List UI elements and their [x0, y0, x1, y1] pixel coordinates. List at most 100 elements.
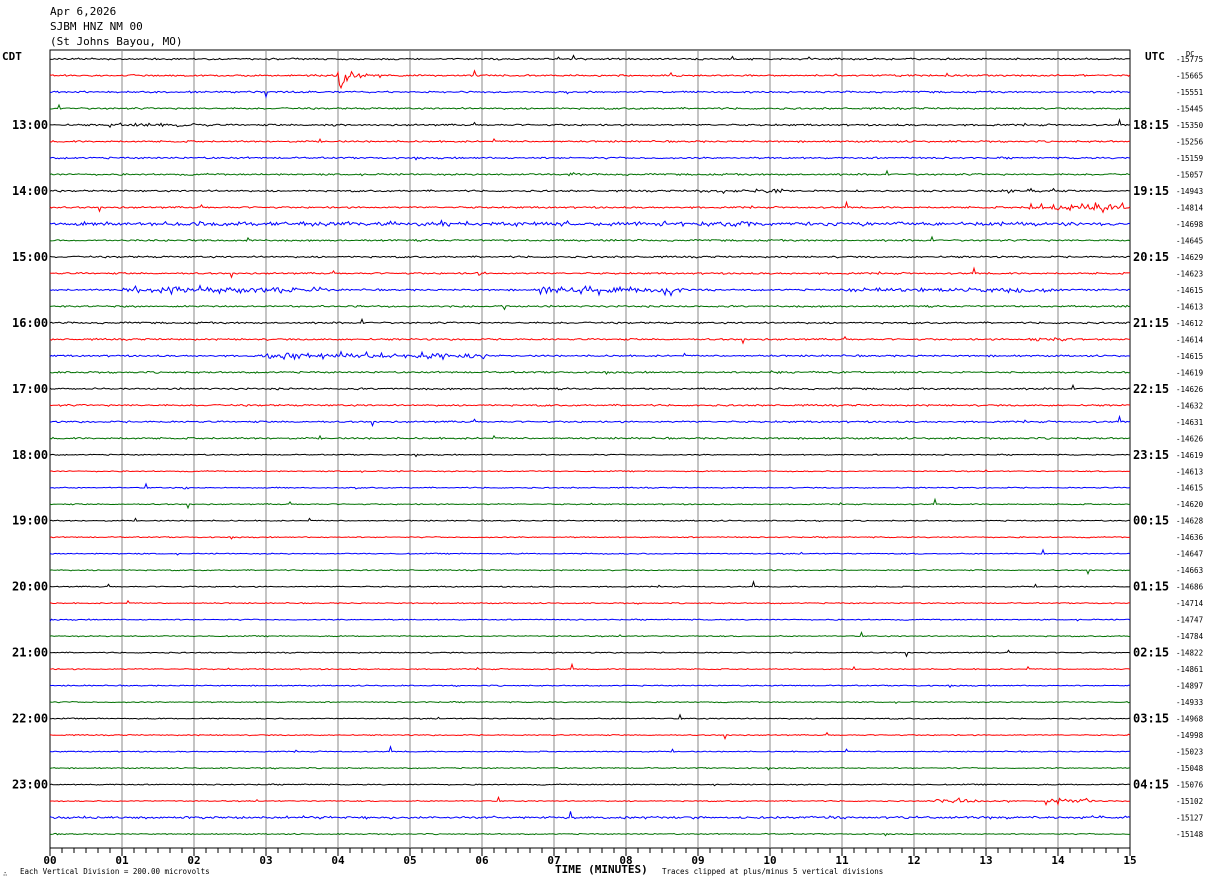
- utc-time-label: 23:15: [1133, 448, 1169, 462]
- dc-offset-label: -14619: [1176, 368, 1203, 377]
- trace-line: [49, 662, 1131, 671]
- utc-time-label: 01:15: [1133, 580, 1169, 594]
- trace-line: [49, 469, 1131, 474]
- utc-time-label: 20:15: [1133, 250, 1169, 264]
- dc-offset-label: -14626: [1176, 385, 1204, 394]
- x-tick-label: 07: [547, 854, 560, 867]
- x-tick-label: 06: [475, 854, 489, 867]
- trace-line: [49, 117, 1131, 129]
- dc-offset-label: -15350: [1176, 121, 1204, 130]
- x-tick-label: 05: [403, 854, 416, 867]
- utc-time-label: 03:15: [1133, 712, 1169, 726]
- utc-time-label: 04:15: [1133, 778, 1169, 792]
- x-tick-label: 10: [763, 854, 776, 867]
- x-tick-label: 00: [43, 854, 56, 867]
- trace-line: [50, 90, 1131, 99]
- dc-offset-label: -15551: [1176, 88, 1203, 97]
- cdt-time-label: 16:00: [12, 316, 48, 330]
- right-axis-label: UTC: [1145, 50, 1165, 63]
- trace-line: [50, 103, 1131, 111]
- dc-offset-label: -14615: [1176, 352, 1203, 361]
- x-tick-label: 03: [259, 854, 272, 867]
- cdt-time-label: 19:00: [12, 514, 48, 528]
- dc-offset-label: -14631: [1176, 418, 1203, 427]
- trace-line: [49, 766, 1131, 771]
- dc-offset-label: -14619: [1176, 451, 1203, 460]
- dc-offset-label: -15445: [1176, 104, 1203, 113]
- dc-offset-label: -14632: [1176, 401, 1203, 410]
- trace-line: [49, 649, 1131, 658]
- trace-line: [49, 684, 1131, 689]
- helicorder-plot: CDT UTC DC TIME (MINUTES) ∴ Each Vertica…: [2, 49, 1204, 878]
- scale-note: Each Vertical Division = 200.00 microvol…: [20, 867, 210, 876]
- x-axis-title: TIME (MINUTES): [555, 863, 648, 876]
- x-tick-label: 09: [691, 854, 704, 867]
- plot-frame: [49, 49, 1131, 849]
- trace-line: [49, 482, 1131, 490]
- trace-line: [49, 548, 1131, 556]
- dc-offset-label: -15023: [1176, 748, 1203, 757]
- utc-time-label: 00:15: [1133, 514, 1169, 528]
- trace-line: [49, 744, 1131, 753]
- trace-line: [49, 69, 1131, 90]
- trace-line: [49, 219, 1131, 228]
- trace-line: [49, 700, 1131, 704]
- trace-line: [49, 811, 1131, 820]
- trace-line: [49, 284, 1131, 297]
- dc-offset-label: -14968: [1176, 715, 1204, 724]
- dc-offset-label: -14784: [1176, 632, 1204, 641]
- dc-offset-label: -14628: [1176, 517, 1204, 526]
- trace-line: [49, 569, 1131, 576]
- dc-offset-label: -14861: [1176, 665, 1203, 674]
- trace-line: [49, 383, 1131, 391]
- dc-offset-label: -14897: [1176, 682, 1203, 691]
- trace-line: [49, 304, 1131, 311]
- dc-offset-label: -15159: [1176, 154, 1203, 163]
- logo-mark: ∴: [3, 870, 7, 878]
- trace-line: [49, 54, 1130, 61]
- trace-line: [49, 713, 1131, 720]
- trace-line: [49, 350, 1131, 361]
- dc-offset-label: -15076: [1176, 781, 1204, 790]
- dc-offset-label: -15048: [1176, 764, 1204, 773]
- x-tick-label: 14: [1051, 854, 1065, 867]
- trace-line: [49, 317, 1131, 325]
- cdt-time-label: 22:00: [12, 712, 48, 726]
- dc-offset-label: -14626: [1176, 434, 1204, 443]
- trace-line: [49, 453, 1131, 458]
- dc-offset-label: -14698: [1176, 220, 1204, 229]
- utc-time-label: 21:15: [1133, 316, 1169, 330]
- trace-line: [49, 630, 1131, 638]
- dc-offset-label: -15148: [1176, 830, 1204, 839]
- trace-line: [49, 235, 1131, 243]
- dc-offset-label: -14747: [1176, 616, 1203, 625]
- trace-line: [49, 137, 1131, 144]
- trace-line: [49, 832, 1131, 837]
- dc-offset-label: -14615: [1176, 286, 1203, 295]
- trace-line: [49, 497, 1131, 510]
- trace-line: [49, 187, 1131, 195]
- cdt-time-label: 23:00: [12, 778, 48, 792]
- utc-time-label: 02:15: [1133, 646, 1169, 660]
- x-tick-label: 02: [187, 854, 200, 867]
- trace-line: [49, 370, 1131, 376]
- x-tick-label: 04: [331, 854, 345, 867]
- dc-offset-label: -15775: [1176, 55, 1203, 64]
- left-axis-label: CDT: [2, 50, 22, 63]
- dc-offset-label: -14686: [1176, 583, 1204, 592]
- trace-line: [49, 169, 1131, 177]
- cdt-time-label: 20:00: [12, 580, 48, 594]
- trace-line: [49, 580, 1131, 588]
- x-tick-label: 11: [835, 854, 849, 867]
- cdt-time-label: 17:00: [12, 382, 48, 396]
- cdt-time-label: 14:00: [12, 184, 48, 198]
- cdt-time-label: 18:00: [12, 448, 48, 462]
- dc-offset-label: -14623: [1176, 269, 1203, 278]
- clip-note: Traces clipped at plus/minus 5 vertical …: [662, 867, 883, 876]
- dc-offset-label: -14614: [1176, 335, 1204, 344]
- x-tick-label: 08: [619, 854, 632, 867]
- trace-line: [49, 731, 1131, 741]
- dc-offset-label: -14933: [1176, 698, 1203, 707]
- utc-time-label: 19:15: [1133, 184, 1169, 198]
- dc-offset-label: -15102: [1176, 797, 1203, 806]
